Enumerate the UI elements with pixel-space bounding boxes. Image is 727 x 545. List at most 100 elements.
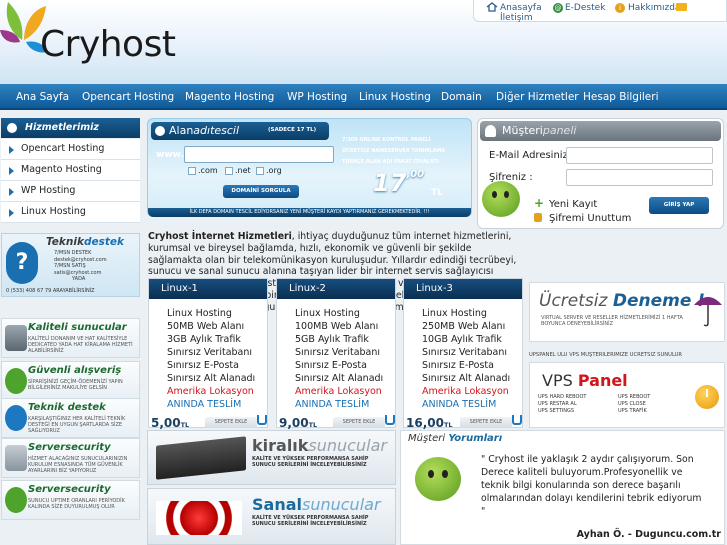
about-link[interactable]: Hakkımızda <box>628 3 680 13</box>
logo[interactable]: Cryhost <box>0 0 200 80</box>
mail-icon[interactable] <box>676 3 687 11</box>
domain-price-note: (SADECE 17 TL) <box>268 127 317 133</box>
password-field[interactable] <box>566 169 713 186</box>
package-feature: Sınırsız Veritabanı <box>167 347 253 358</box>
sidebar-item-label: Linux Hosting <box>21 206 86 217</box>
tld-net-checkbox[interactable] <box>225 167 233 175</box>
feature-sub: SUNUCU UPTIME ORANLARI PERİYODİK KALINDA… <box>28 498 125 510</box>
domain-search-button[interactable]: DOMAİNİ SORGULA <box>223 185 299 198</box>
nav-opencart-hosting[interactable]: Opencart Hosting <box>82 84 174 110</box>
vps-feature: UPS HARD REBOOT <box>538 394 587 400</box>
add-to-cart-button[interactable]: SEPETE EKLE <box>333 417 385 428</box>
rental-servers-banner[interactable]: kiralıksunucular KALİTE VE YÜKSEK PERFOR… <box>147 430 396 485</box>
login-button[interactable]: GİRİŞ YAP <box>649 197 709 214</box>
customer-panel-title: Müşteripaneli <box>502 124 577 137</box>
domain-price: 17,00 <box>373 169 425 197</box>
domain-price-unit: TL <box>431 188 443 198</box>
testimonials-title: Müşteri Yorumları <box>408 433 503 444</box>
add-to-cart-button[interactable]: SEPETE EKLE <box>205 417 257 428</box>
server-icon <box>5 325 27 351</box>
sidebar-item-wp[interactable]: WP Hosting <box>1 181 140 202</box>
tech-support-box[interactable]: ? Teknikdestek 7/MSN DESTEK destek@cryho… <box>1 233 140 297</box>
package-header: Linux-1 <box>149 279 267 299</box>
lock-icon <box>534 213 542 222</box>
nav-domain[interactable]: Domain <box>441 84 482 110</box>
info-icon: i <box>615 3 625 13</box>
package-header: Linux-2 <box>277 279 395 299</box>
nav-other-services[interactable]: Diğer Hizmetler <box>496 84 579 110</box>
domain-input[interactable] <box>184 146 334 163</box>
package-price: 5,00TL <box>151 416 190 430</box>
add-to-cart-button[interactable]: SEPETE EKLE <box>460 417 512 428</box>
feature-quality-servers[interactable]: Kaliteli sunucular KALİTELİ DONANIM VE H… <box>1 318 140 358</box>
package-price: 16,00TL <box>406 416 453 430</box>
email-field[interactable] <box>566 147 713 164</box>
sidebar-item-label: Magento Hosting <box>21 164 102 175</box>
contact-link[interactable]: İletişim <box>500 13 533 23</box>
lock-icon <box>5 445 27 471</box>
sidebar-item-label: WP Hosting <box>21 185 76 196</box>
nav-account[interactable]: Hesap Bilgileri <box>583 84 659 110</box>
arrow-right-icon <box>9 209 14 217</box>
login-button-label: GİRİŞ YAP <box>663 202 695 208</box>
sidebar-item-linux[interactable]: Linux Hosting <box>1 202 140 223</box>
tech-support-contacts: 7/MSN DESTEK destek@cryhost.com 7/MSN SA… <box>54 250 107 283</box>
package-delivery: ANINDA TESLİM <box>422 399 497 410</box>
feature-title: Serversecurity <box>28 484 111 495</box>
sidebar-item-label: Opencart Hosting <box>21 143 105 154</box>
vps-feature: UPS TRAFİK <box>618 408 647 414</box>
arrow-right-icon <box>9 188 14 196</box>
tld-com-checkbox[interactable] <box>188 167 196 175</box>
sidebar-item-magento[interactable]: Magento Hosting <box>1 160 140 181</box>
nav-linux-hosting[interactable]: Linux Hosting <box>359 84 431 110</box>
globe-icon <box>5 405 27 431</box>
top-links-bar: Anasayfa İletişim @ E-Destek i Hakkımızd… <box>473 0 727 23</box>
tld-org-checkbox[interactable] <box>256 167 264 175</box>
sidebar-item-opencart[interactable]: Opencart Hosting <box>1 139 140 160</box>
tld-net-label: .net <box>235 166 251 175</box>
package-feature: Sınırsız E-Posta <box>295 360 367 371</box>
package-location: Amerika Lokasyon <box>422 386 509 397</box>
package-feature: Linux Hosting <box>422 308 487 319</box>
package-price: 9,00TL <box>279 416 318 430</box>
forgot-password-link[interactable]: Şifremi Unuttum <box>549 213 631 224</box>
main-nav: Ana Sayfa Opencart Hosting Magento Hosti… <box>0 84 727 110</box>
free-trial-sub: VIRTUAL SERVER VE RESELLER HİZMETLERİMİZ… <box>541 315 683 327</box>
domain-search-panel: Alanadıtescil (SADECE 17 TL) www. .com .… <box>147 118 472 217</box>
tld-com-label: .com <box>198 166 218 175</box>
nav-home[interactable]: Ana Sayfa <box>16 84 69 110</box>
package-location: Amerika Lokasyon <box>295 386 382 397</box>
rental-servers-sub: KALİTE VE YÜKSEK PERFORMANSA SAHİP SUNUC… <box>252 456 369 468</box>
vps-panel-promo[interactable]: VPS Panel UPS HARD REBOOT UPS RESTAR AL … <box>529 362 725 428</box>
package-feature: Sınırsız Alt Alanadı <box>295 373 384 384</box>
home-icon <box>486 2 498 12</box>
free-trial-title: Ücretsiz Deneme ! <box>539 291 706 311</box>
feature-server-uptime[interactable]: Serversecurity SUNUCU UPTIME ORANLARI PE… <box>1 480 140 520</box>
power-icon <box>695 385 719 409</box>
customer-panel: Müşteripaneli E-Mail Adresiniz : Şifreni… <box>477 118 724 229</box>
support-link[interactable]: E-Destek <box>565 3 605 13</box>
vps-features-left: UPS HARD REBOOT UPS RESTAR AL UPS SETTIN… <box>538 394 586 415</box>
arrow-right-icon <box>9 146 14 154</box>
domain-footer-note: İLK DEFA DOMAIN TESCİL EDİYORSANIZ YENİ … <box>148 208 471 217</box>
feature-server-security[interactable]: Serversecurity HİZMET ALACAĞINIZ SUNUCUL… <box>1 438 140 478</box>
email-label: E-Mail Adresiniz : <box>489 150 575 161</box>
feature-sub: KARŞILAŞTIĞINIZ HER KALİTELİ TEKNİK DEST… <box>28 416 126 434</box>
nav-wp-hosting[interactable]: WP Hosting <box>287 84 347 110</box>
cart-icon[interactable] <box>385 415 395 425</box>
virtual-servers-sub: KALİTE VE YÜKSEK PERFORMANSA SAHİP SUNUC… <box>252 515 369 527</box>
virtual-servers-banner[interactable]: Sanalsunucular KALİTE VE YÜKSEK PERFORMA… <box>147 488 396 545</box>
feature-tech-support[interactable]: Teknik destek KARŞILAŞTIĞINIZ HER KALİTE… <box>1 398 140 438</box>
testimonials-box: Müşteri Yorumları " Cryhost ile yaklaşık… <box>400 430 725 545</box>
register-link[interactable]: Yeni Kayıt <box>549 199 597 210</box>
package-feature: Sınırsız Veritabanı <box>422 347 508 358</box>
logo-text: Cryhost <box>40 24 176 65</box>
virtual-servers-title: Sanalsunucular <box>252 495 381 514</box>
nav-magento-hosting[interactable]: Magento Hosting <box>185 84 274 110</box>
free-trial-promo[interactable]: Ücretsiz Deneme ! VIRTUAL SERVER VE RESE… <box>529 282 725 342</box>
feature-secure-shopping[interactable]: Güvenli alışveriş SİPARİŞİNİZİ GEÇİM-ÖDE… <box>1 361 140 401</box>
cart-icon[interactable] <box>512 415 522 425</box>
home-link[interactable]: Anasayfa <box>500 3 542 13</box>
support-phone: 0 (533) 408 67 79 ARAYABİLİRSİNİZ <box>6 288 95 294</box>
cart-icon[interactable] <box>257 415 267 425</box>
